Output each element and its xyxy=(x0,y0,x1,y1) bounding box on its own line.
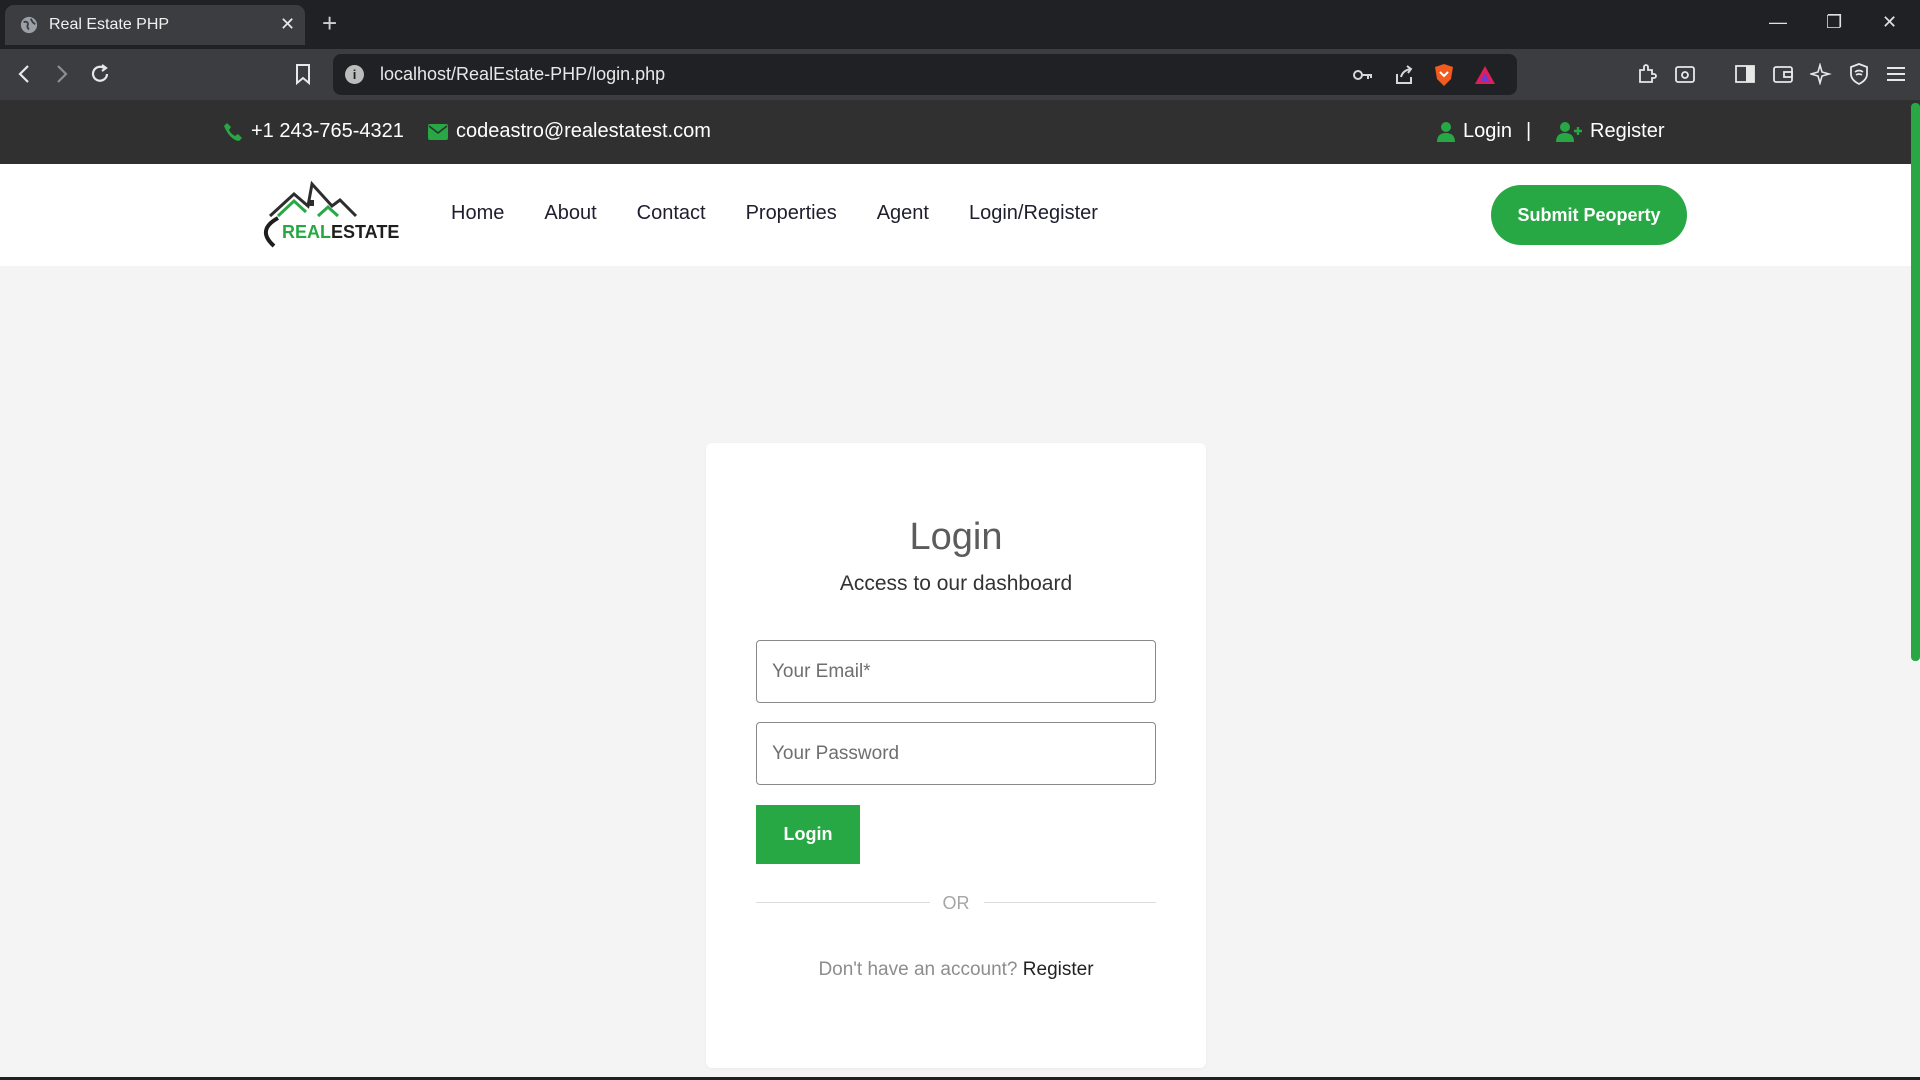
vpn-shield-icon[interactable] xyxy=(1845,60,1873,88)
nav-agent[interactable]: Agent xyxy=(877,202,929,225)
browser-tab-bar: Real Estate PHP ✕ + — ❐ ✕ xyxy=(0,0,1920,49)
bookmark-icon[interactable] xyxy=(289,60,317,88)
nav-properties[interactable]: Properties xyxy=(746,202,837,225)
menu-icon[interactable] xyxy=(1882,60,1910,88)
globe-icon xyxy=(20,16,38,34)
user-icon xyxy=(1437,121,1455,142)
brave-rewards-icon[interactable] xyxy=(1472,62,1498,88)
nav-login-register[interactable]: Login/Register xyxy=(969,202,1098,225)
email-field[interactable] xyxy=(756,640,1156,703)
new-tab-icon[interactable]: + xyxy=(322,9,337,37)
user-plus-icon xyxy=(1556,121,1582,142)
login-subtitle: Access to our dashboard xyxy=(839,572,1073,595)
nav-about[interactable]: About xyxy=(544,202,596,225)
url-text: localhost/RealEstate-PHP/login.php xyxy=(380,64,666,84)
browser-toolbar: i localhost/RealEstate-PHP/login.php xyxy=(0,49,1920,100)
close-window-icon[interactable]: ✕ xyxy=(1882,12,1897,33)
nav-home[interactable]: Home xyxy=(451,202,504,225)
phone-contact: +1 243-765-4321 xyxy=(223,120,404,143)
no-account-text: Don't have an account? xyxy=(818,959,1018,980)
screenshot-icon[interactable] xyxy=(1671,60,1699,88)
nav-contact[interactable]: Contact xyxy=(637,202,706,225)
or-divider-text: OR xyxy=(942,893,970,913)
share-icon[interactable] xyxy=(1391,62,1417,88)
wallet-icon[interactable] xyxy=(1769,60,1797,88)
address-bar[interactable]: i localhost/RealEstate-PHP/login.php xyxy=(333,54,1517,95)
phone-number: +1 243-765-4321 xyxy=(251,120,404,142)
envelope-icon xyxy=(428,123,448,140)
extensions-icon[interactable] xyxy=(1633,60,1661,88)
register-link[interactable]: Register xyxy=(1023,959,1094,980)
sidebar-icon[interactable] xyxy=(1731,60,1759,88)
register-prompt: Don't have an account? Register xyxy=(706,959,1206,981)
tab-title: Real Estate PHP xyxy=(49,16,170,33)
topbar-login-link[interactable]: Login xyxy=(1437,120,1512,143)
forward-icon[interactable] xyxy=(47,60,75,88)
page-scrollbar[interactable] xyxy=(1911,103,1920,661)
login-card: Login Access to our dashboard Login OR D… xyxy=(706,443,1206,1068)
topbar-register-link[interactable]: Register xyxy=(1556,120,1664,143)
contact-top-bar: +1 243-765-4321 codeastro@realestatest.c… xyxy=(0,100,1920,164)
email-address: codeastro@realestatest.com xyxy=(456,120,711,142)
topbar-register-label: Register xyxy=(1590,120,1665,142)
key-icon[interactable] xyxy=(1350,62,1376,88)
submit-property-button[interactable]: Submit Peoperty xyxy=(1491,185,1687,245)
brave-shield-icon[interactable] xyxy=(1431,62,1457,88)
browser-tab[interactable]: Real Estate PHP ✕ xyxy=(5,5,305,45)
phone-icon xyxy=(224,122,242,141)
topbar-login-label: Login xyxy=(1463,120,1512,142)
reload-icon[interactable] xyxy=(86,60,114,88)
minimize-icon[interactable]: — xyxy=(1769,12,1787,33)
site-logo[interactable]: REALESTATE xyxy=(260,178,399,252)
login-button[interactable]: Login xyxy=(756,805,860,864)
site-info-icon[interactable]: i xyxy=(345,65,364,84)
logo-text: REALESTATE xyxy=(282,222,400,242)
topbar-separator: | xyxy=(1526,120,1532,142)
back-icon[interactable] xyxy=(11,60,39,88)
email-contact: codeastro@realestatest.com xyxy=(428,120,711,143)
main-nav: Home About Contact Properties Agent Logi… xyxy=(451,202,1098,225)
leo-ai-icon[interactable] xyxy=(1807,60,1835,88)
restore-icon[interactable]: ❐ xyxy=(1826,12,1842,33)
site-header: REALESTATE Home About Contact Properties… xyxy=(0,164,1920,266)
password-field[interactable] xyxy=(756,722,1156,785)
or-divider-right xyxy=(984,902,1156,903)
login-title: Login xyxy=(909,516,1003,558)
close-tab-icon[interactable]: ✕ xyxy=(280,14,295,35)
